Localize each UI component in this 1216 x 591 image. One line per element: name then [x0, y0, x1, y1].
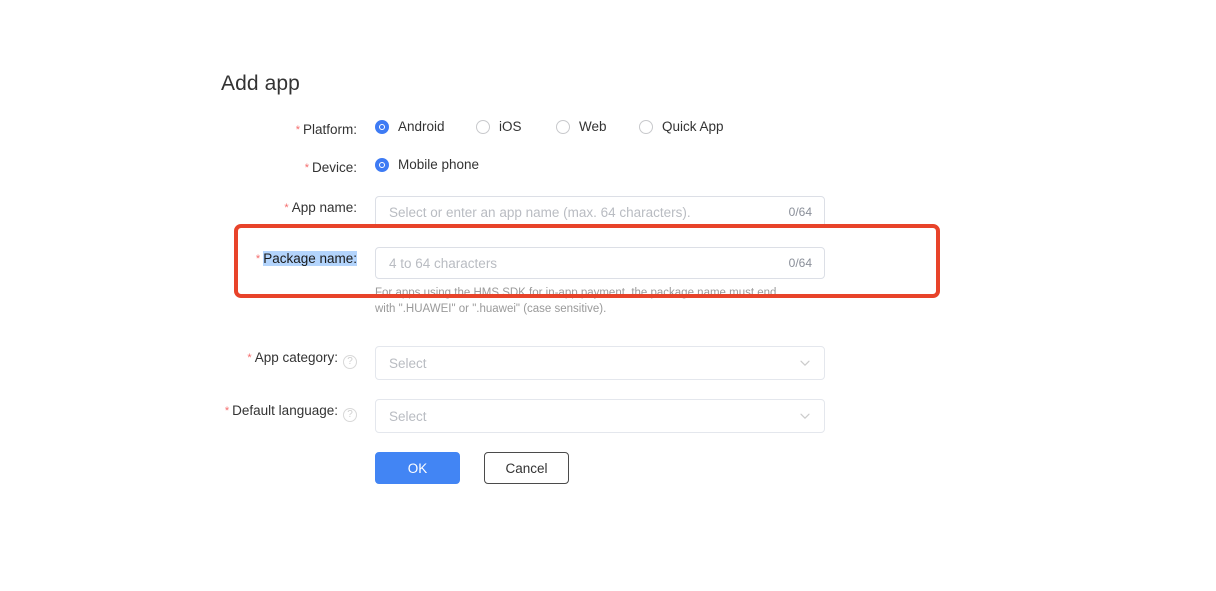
radio-selected-icon — [375, 158, 389, 172]
default-language-label: * Default language:? — [0, 399, 357, 422]
platform-radio-group: Android iOS Web Quick App — [375, 118, 1216, 136]
required-asterisk-icon: * — [295, 124, 300, 136]
add-app-page: Add app * Platform: Android iOS Web Quic… — [0, 0, 1216, 591]
action-buttons: OK Cancel — [375, 452, 1216, 484]
radio-platform-quick-app[interactable]: Quick App — [639, 118, 724, 136]
device-label: * Device: — [0, 156, 357, 178]
required-asterisk-icon: * — [304, 162, 309, 174]
package-name-input[interactable] — [376, 248, 824, 278]
app-category-field: Select — [357, 346, 1216, 380]
app-name-field: 0/64 — [357, 196, 1216, 228]
radio-selected-icon — [375, 120, 389, 134]
app-name-label-text: App name: — [291, 200, 357, 215]
radio-platform-android-label: Android — [398, 119, 445, 134]
form-row-default-language: * Default language:? Select — [0, 399, 1216, 433]
radio-platform-android[interactable]: Android — [375, 118, 476, 136]
app-category-label-text: App category: — [254, 350, 338, 365]
package-name-field: 0/64 For apps using the HMS SDK for in-a… — [357, 247, 1216, 317]
app-name-label: * App name: — [0, 196, 357, 218]
required-asterisk-icon: * — [224, 405, 230, 417]
app-category-label: * App category:? — [0, 346, 357, 369]
package-name-label-text: Package name: — [263, 251, 357, 266]
default-language-field: Select — [357, 399, 1216, 433]
platform-label: * Platform: — [0, 118, 357, 140]
default-language-select-value: Select — [389, 408, 427, 424]
page-title: Add app — [221, 72, 300, 95]
ok-button[interactable]: OK — [375, 452, 460, 484]
device-radio-group: Mobile phone — [375, 156, 1216, 174]
app-category-select[interactable]: Select — [375, 346, 825, 380]
platform-label-text: Platform: — [302, 122, 357, 137]
device-field: Mobile phone — [357, 156, 1216, 174]
form-row-app-category: * App category:? Select — [0, 346, 1216, 380]
app-category-select-value: Select — [389, 355, 427, 371]
radio-device-mobile-phone-label: Mobile phone — [398, 157, 480, 172]
radio-platform-quick-app-label: Quick App — [662, 119, 724, 134]
chevron-down-icon — [800, 360, 810, 366]
question-mark-icon[interactable]: ? — [343, 355, 357, 369]
package-name-input-wrap[interactable]: 0/64 — [375, 247, 825, 279]
actions-label-spacer — [0, 452, 357, 454]
chevron-down-icon — [800, 413, 810, 419]
form-row-platform: * Platform: Android iOS Web Quick App — [0, 118, 1216, 140]
form-row-package-name: *Package name: 0/64 For apps using the H… — [0, 247, 1216, 317]
radio-platform-web[interactable]: Web — [556, 118, 639, 136]
form-row-actions: OK Cancel — [0, 452, 1216, 484]
device-label-text: Device: — [311, 160, 357, 175]
form-row-app-name: *App name: 0/64 — [0, 196, 1216, 228]
question-mark-icon[interactable]: ? — [343, 408, 357, 422]
package-name-label: * Package name: — [0, 247, 357, 269]
cancel-button[interactable]: Cancel — [484, 452, 569, 484]
radio-device-mobile-phone[interactable]: Mobile phone — [375, 156, 479, 174]
default-language-label-text: Default language: — [232, 403, 338, 418]
package-name-helper-text: For apps using the HMS SDK for in-app pa… — [375, 287, 777, 315]
radio-unselected-icon — [556, 120, 570, 134]
app-name-input-wrap[interactable]: 0/64 — [375, 196, 825, 228]
radio-platform-ios-label: iOS — [499, 119, 522, 134]
app-name-input[interactable] — [376, 197, 824, 227]
radio-unselected-icon — [639, 120, 653, 134]
required-asterisk-icon: * — [255, 253, 261, 265]
radio-platform-ios[interactable]: iOS — [476, 118, 556, 136]
radio-platform-web-label: Web — [579, 119, 607, 134]
radio-unselected-icon — [476, 120, 490, 134]
actions-field: OK Cancel — [357, 452, 1216, 484]
platform-field: Android iOS Web Quick App — [357, 118, 1216, 136]
add-app-form: * Platform: Android iOS Web Quick App * … — [0, 118, 1216, 484]
required-asterisk-icon: * — [247, 352, 252, 364]
required-asterisk-icon: * — [284, 202, 289, 214]
default-language-select[interactable]: Select — [375, 399, 825, 433]
form-row-device: * Device: Mobile phone — [0, 156, 1216, 178]
